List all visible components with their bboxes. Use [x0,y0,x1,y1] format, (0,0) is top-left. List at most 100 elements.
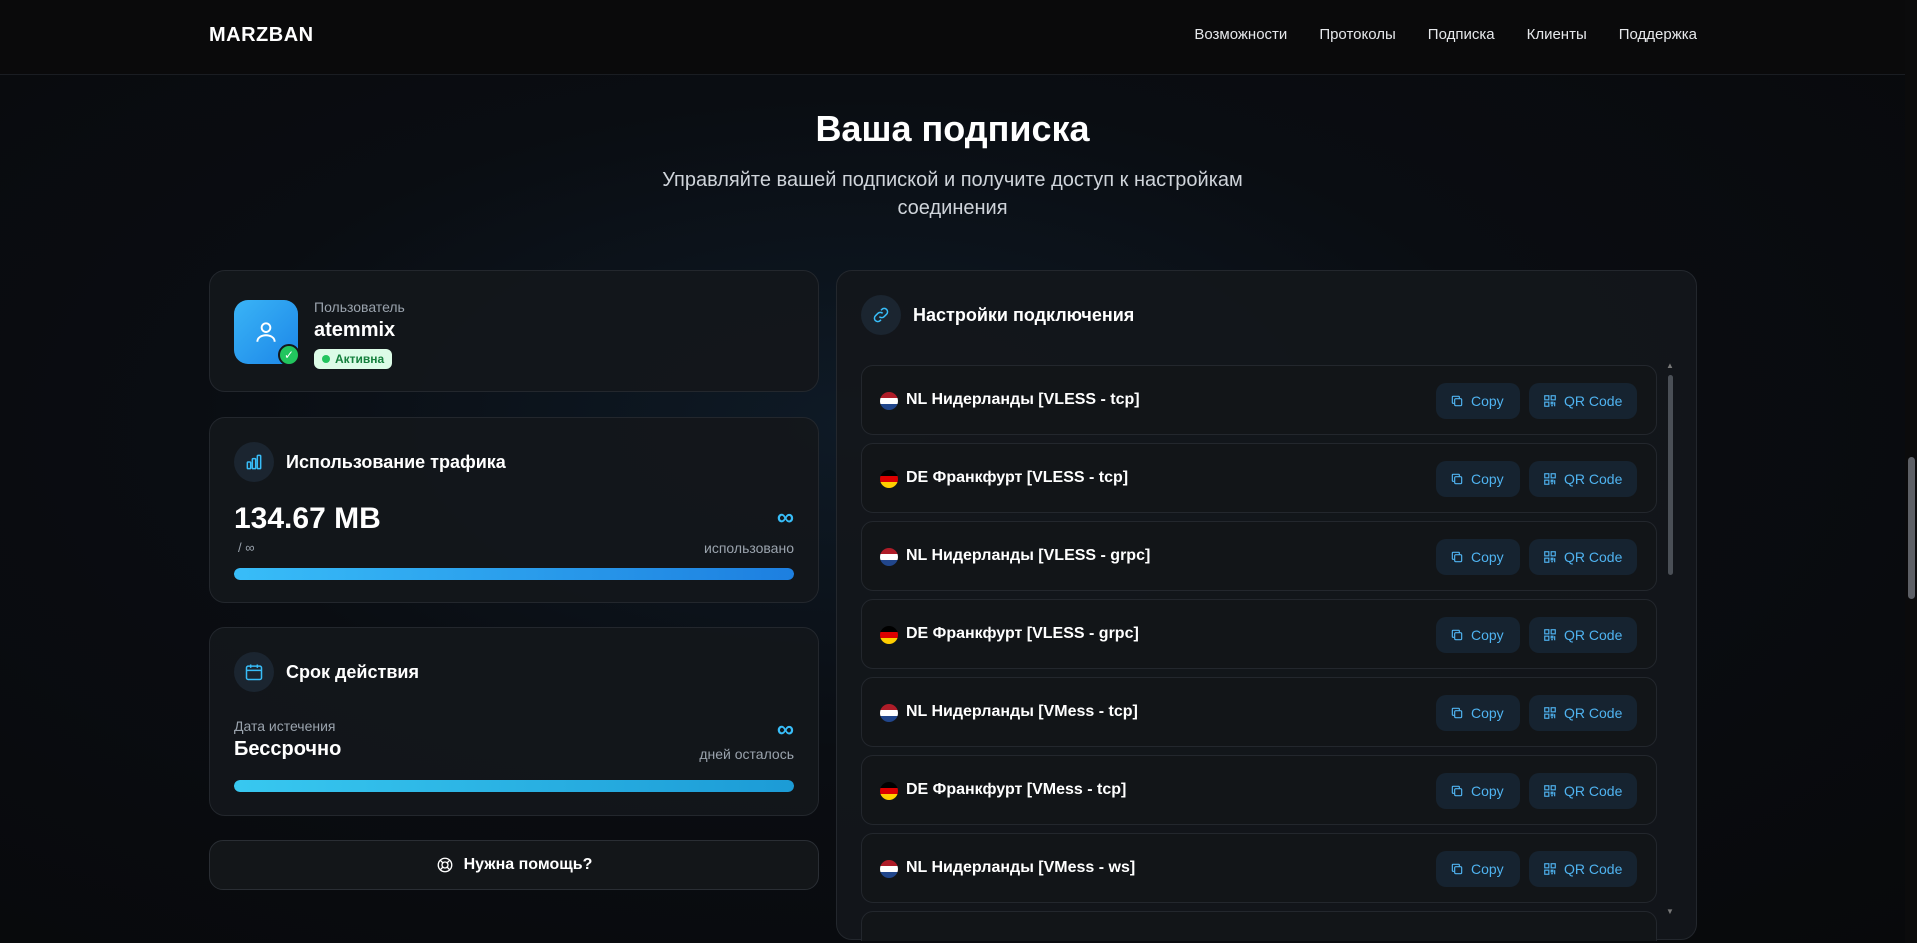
help-button[interactable]: Нужна помощь? [209,840,819,890]
page-subtitle: Управляйте вашей подпиской и получите до… [0,166,1905,222]
nav-link-protocols[interactable]: Протоколы [1319,26,1395,43]
connection-row: NL Нидерланды [VLESS - grpc] Copy QR Code [861,521,1657,591]
status-text: Активна [335,352,385,366]
qr-code-button-label: QR Code [1564,705,1623,721]
copy-icon [1450,472,1464,486]
qr-code-button-label: QR Code [1564,549,1623,565]
user-label: Пользователь [314,299,405,315]
qr-code-button[interactable]: QR Code [1529,695,1637,731]
qr-code-button[interactable]: QR Code [1529,851,1637,887]
connection-name: DE Франкфурт [VMess - tcp] [906,781,1127,798]
qr-code-icon [1543,862,1557,876]
copy-button[interactable]: Copy [1436,695,1520,731]
page-scrollbar[interactable] [1905,0,1917,943]
status-badge: Активна [314,349,393,369]
flag-de-icon [880,782,898,800]
settings-title: Настройки подключения [913,305,1135,325]
qr-code-icon [1543,628,1557,642]
check-icon: ✓ [278,344,300,366]
top-navbar: MARZBAN Возможности Протоколы Подписка К… [0,0,1905,75]
qr-code-icon [1543,550,1557,564]
expiry-title: Срок действия [286,662,419,682]
qr-code-button[interactable]: QR Code [1529,617,1637,653]
copy-button[interactable]: Copy [1436,383,1520,419]
flag-nl-icon [880,392,898,410]
user-card: ✓ Пользователь atemmix Активна [209,270,819,392]
expiry-remaining: ∞ [776,716,794,743]
connection-name: NL Нидерланды [VLESS - tcp] [906,391,1140,408]
connection-name: NL Нидерланды [VLESS - grpc] [906,547,1151,564]
nav-link-features[interactable]: Возможности [1194,26,1287,43]
copy-button[interactable]: Copy [1436,461,1520,497]
qr-code-icon [1543,706,1557,720]
user-icon [256,322,276,342]
qr-code-button[interactable]: QR Code [1529,773,1637,809]
nav-link-subscription[interactable]: Подписка [1428,26,1495,43]
username: atemmix [314,319,396,341]
calendar-icon [234,652,274,692]
connection-row [861,911,1657,941]
connection-row: DE Франкфурт [VLESS - grpc] Copy QR Code [861,599,1657,669]
qr-code-icon [1543,394,1557,408]
qr-code-button[interactable]: QR Code [1529,461,1637,497]
page-subtitle-line1: Управляйте вашей подпиской и получите до… [662,169,1243,191]
qr-code-button-label: QR Code [1564,861,1623,877]
connection-settings-card: Настройки подключения NL Нидерланды [VLE… [836,270,1697,941]
copy-icon [1450,394,1464,408]
nav-link-clients[interactable]: Клиенты [1527,26,1587,43]
connection-name: DE Франкфурт [VLESS - tcp] [906,469,1129,486]
connection-list[interactable]: NL Нидерланды [VLESS - tcp] Copy QR Code DE… [861,365,1657,941]
qr-code-button-label: QR Code [1564,627,1623,643]
flag-nl-icon [880,548,898,566]
connection-name: NL Нидерланды [VMess - tcp] [906,703,1138,720]
copy-icon [1450,550,1464,564]
flag-nl-icon [880,704,898,722]
expiry-card: Срок действия Дата истечения Бессрочно ∞… [209,627,819,816]
expiry-progress [234,780,794,792]
qr-code-button-label: QR Code [1564,471,1623,487]
connection-list-scroll-thumb[interactable] [1668,375,1673,575]
copy-button[interactable]: Copy [1436,617,1520,653]
connection-list-scrollbar[interactable]: ▲ ▼ [1666,361,1674,917]
qr-code-button[interactable]: QR Code [1529,539,1637,575]
page-scroll-thumb[interactable] [1908,457,1915,599]
copy-icon [1450,862,1464,876]
brand-logo[interactable]: MARZBAN [209,24,314,47]
link-icon [861,295,901,335]
traffic-caption: использовано [704,540,794,556]
flag-nl-icon [880,860,898,878]
copy-button[interactable]: Copy [1436,539,1520,575]
page-subtitle-line2: соединения [897,197,1008,219]
traffic-used: 134.67 MB [234,502,381,535]
help-button-label: Нужна помощь? [463,856,593,873]
lifebuoy-icon [437,857,453,873]
copy-button-label: Copy [1471,471,1504,487]
traffic-progress [234,568,794,580]
copy-button-label: Copy [1471,549,1504,565]
scroll-up-icon[interactable]: ▲ [1666,361,1674,370]
copy-button-label: Copy [1471,705,1504,721]
scroll-down-icon[interactable]: ▼ [1666,907,1674,916]
copy-button-label: Copy [1471,393,1504,409]
copy-button-label: Copy [1471,783,1504,799]
copy-icon [1450,784,1464,798]
nav-links: Возможности Протоколы Подписка Клиенты П… [1194,26,1697,43]
expiry-caption: дней осталось [699,746,794,762]
flag-de-icon [880,470,898,488]
nav-link-support[interactable]: Поддержка [1619,26,1697,43]
connection-name: NL Нидерланды [VMess - ws] [906,859,1136,876]
copy-button[interactable]: Copy [1436,851,1520,887]
connection-row: DE Франкфурт [VLESS - tcp] Copy QR Code [861,443,1657,513]
qr-code-button[interactable]: QR Code [1529,383,1637,419]
traffic-remaining: ∞ [776,504,794,531]
expiry-progress-fill [234,780,794,792]
traffic-title: Использование трафика [286,452,506,472]
traffic-card: Использование трафика 134.67 MB / ∞ ∞ ис… [209,417,819,603]
page-title: Ваша подписка [815,108,1090,149]
qr-code-button-label: QR Code [1564,783,1623,799]
copy-icon [1450,706,1464,720]
copy-icon [1450,628,1464,642]
flag-de-icon [880,626,898,644]
copy-button[interactable]: Copy [1436,773,1520,809]
traffic-progress-fill [234,568,794,580]
